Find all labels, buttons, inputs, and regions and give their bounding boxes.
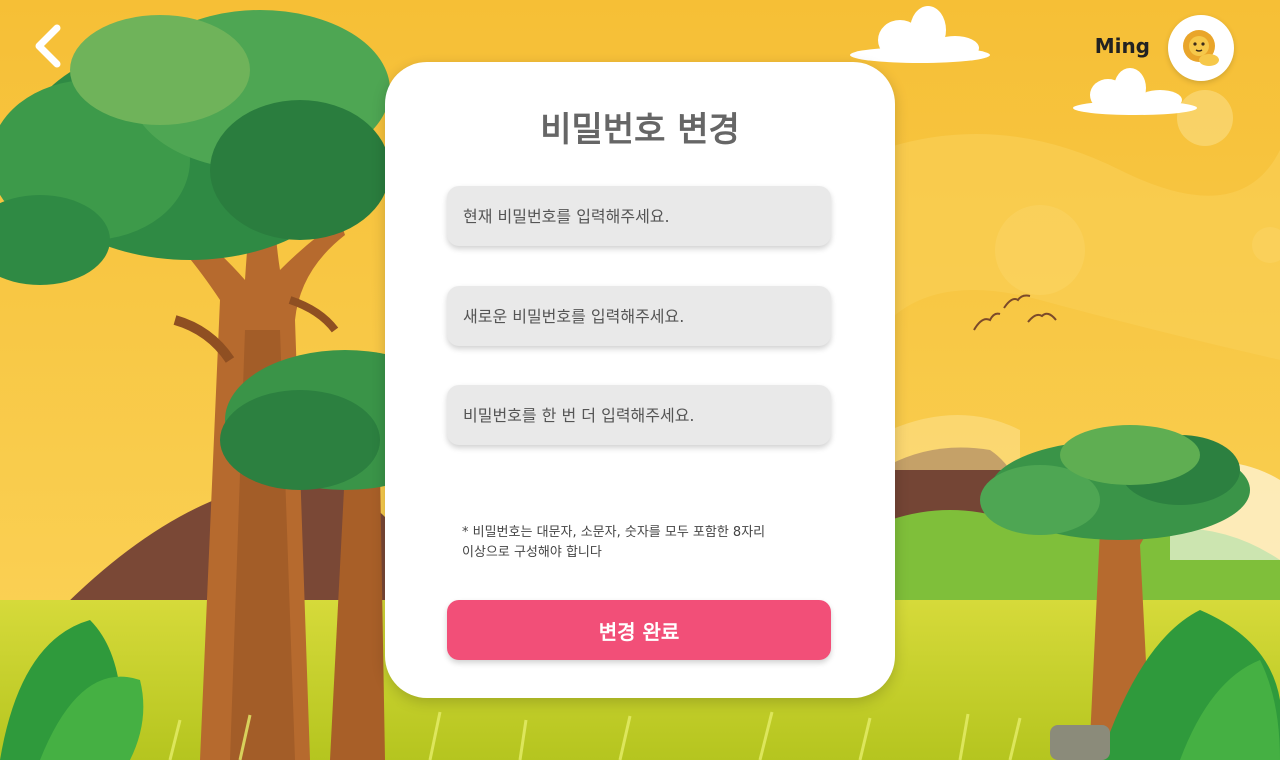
sun-glow bbox=[1177, 90, 1233, 146]
sun-glow bbox=[890, 415, 1020, 470]
password-change-card: 비밀번호 변경 * 비밀번호는 대문자, 소문자, 숫자를 모두 포함한 8자리… bbox=[385, 62, 895, 698]
password-hint-line1: * 비밀번호는 대문자, 소문자, 숫자를 모두 포함한 8자리 bbox=[462, 525, 766, 540]
page-title: 비밀번호 변경 bbox=[540, 110, 740, 150]
password-hint: * 비밀번호는 대문자, 소문자, 숫자를 모두 포함한 8자리 이상으로 구성… bbox=[462, 523, 822, 563]
confirm-password-field[interactable] bbox=[447, 385, 831, 445]
new-password-field[interactable] bbox=[447, 286, 831, 346]
user-name: Ming bbox=[1094, 34, 1150, 58]
chevron-left-icon bbox=[35, 24, 61, 68]
submit-button[interactable]: 변경 완료 bbox=[447, 600, 831, 660]
lion-avatar-icon bbox=[1183, 30, 1219, 66]
avatar[interactable] bbox=[1168, 15, 1234, 81]
password-hint-line2: 이상으로 구성해야 합니다 bbox=[462, 545, 602, 560]
current-password-field[interactable] bbox=[447, 186, 831, 246]
back-button[interactable] bbox=[24, 22, 72, 70]
